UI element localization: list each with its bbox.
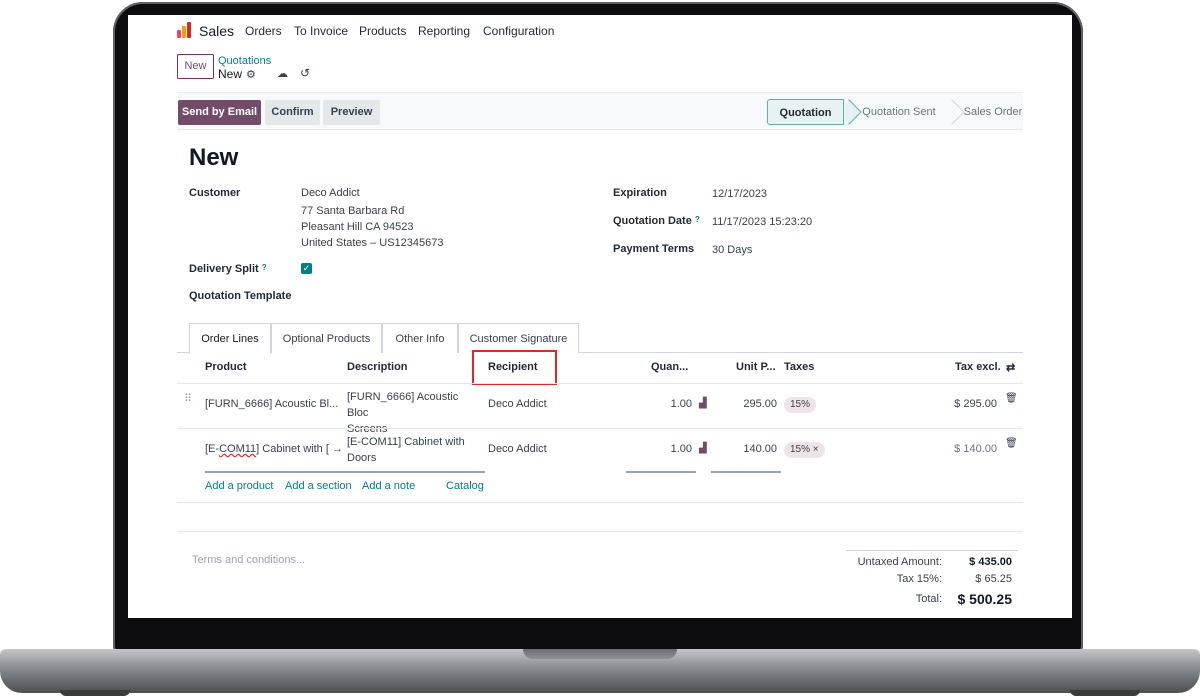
tab-customer-signature[interactable]: Customer Signature [458, 323, 579, 353]
tab-other-info[interactable]: Other Info [382, 323, 458, 353]
payment-terms-value[interactable]: 30 Days [712, 244, 752, 256]
recipient-highlight-box [472, 350, 557, 385]
row-product[interactable]: [E-COM11] Cabinet with [ → [205, 443, 343, 455]
quantity-field-underline [626, 471, 696, 473]
forecast-chart-icon[interactable]: ▟ [699, 443, 707, 454]
arrow-right-icon[interactable]: → [332, 443, 343, 455]
add-section-link[interactable]: Add a section [285, 480, 352, 492]
payment-terms-label: Payment Terms [613, 243, 695, 255]
col-product[interactable]: Product [205, 361, 247, 373]
expiration-label: Expiration [613, 187, 667, 199]
stage-quotation[interactable]: Quotation [767, 99, 844, 125]
col-quantity[interactable]: Quan... [651, 361, 688, 373]
row-description[interactable]: [E-COM11] Cabinet with Doors [347, 434, 482, 466]
drag-handle-icon[interactable]: ⠿ [184, 392, 192, 405]
total-value: $ 500.25 [957, 591, 1013, 607]
sales-app-icon[interactable] [177, 22, 193, 38]
record-title: New [189, 144, 239, 171]
forecast-chart-icon[interactable]: ▟ [699, 398, 707, 409]
confirm-button[interactable]: Confirm [265, 100, 320, 125]
table-row[interactable]: [E-COM11] Cabinet with [ → [E-COM11] Cab… [177, 429, 1023, 473]
tax-label: Tax 15%: [896, 573, 942, 585]
top-nav: Sales Orders To Invoice Products Reporti… [128, 15, 1072, 48]
row-subtotal: $ 140.00 [954, 443, 997, 455]
customer-street: 77 Santa Barbara Rd [301, 205, 405, 217]
row-quantity[interactable]: 1.00 [647, 443, 692, 455]
nav-item-to-invoice[interactable]: To Invoice [294, 24, 348, 38]
totals-divider [846, 550, 1018, 551]
trash-icon[interactable]: 🗑 [1005, 393, 1018, 404]
col-tax-excl[interactable]: Tax excl. [955, 361, 1001, 373]
screen: Sales Orders To Invoice Products Reporti… [128, 15, 1072, 618]
nav-item-reporting[interactable]: Reporting [418, 24, 470, 38]
customer-name[interactable]: Deco Addict [301, 187, 360, 199]
new-button[interactable]: New [177, 54, 214, 79]
delivery-split-label: Delivery Split ? [189, 263, 267, 275]
customer-label: Customer [189, 187, 241, 199]
col-unit-price[interactable]: Unit P... [736, 361, 776, 373]
row-quantity[interactable]: 1.00 [647, 398, 692, 410]
total-label: Total: [915, 593, 942, 605]
optional-columns-icon[interactable]: ⇄ [1006, 361, 1015, 374]
catalog-link[interactable]: Catalog [446, 480, 484, 492]
discard-icon[interactable]: ↺ [300, 66, 310, 80]
tab-order-lines[interactable]: Order Lines [189, 323, 271, 354]
row-recipient[interactable]: Deco Addict [488, 398, 547, 410]
help-icon[interactable]: ? [695, 215, 700, 224]
customer-city: Pleasant Hill CA 94523 [301, 221, 414, 233]
price-field-underline [711, 471, 781, 473]
laptop-foot-left [60, 690, 130, 696]
tab-optional-products[interactable]: Optional Products [271, 323, 382, 353]
nav-brand[interactable]: Sales [199, 23, 234, 39]
delivery-split-checkbox[interactable]: ✓ [301, 263, 312, 274]
terms-input[interactable]: Terms and conditions... [192, 554, 305, 566]
quotation-date-value[interactable]: 11/17/2023 15:23:20 [712, 216, 812, 228]
expiration-value[interactable]: 12/17/2023 [712, 188, 767, 200]
col-taxes[interactable]: Taxes [784, 361, 814, 373]
help-icon[interactable]: ? [262, 263, 267, 272]
breadcrumb-current: New [218, 67, 243, 81]
row-tax-badge[interactable]: 15% × [784, 442, 825, 458]
customer-country-vat: United States – US12345673 [301, 237, 444, 249]
row-recipient[interactable]: Deco Addict [488, 443, 547, 455]
section-divider [177, 531, 1023, 532]
laptop-foot-right [1070, 690, 1140, 696]
product-field-underline [205, 471, 485, 473]
save-cloud-icon[interactable]: ☁ [277, 67, 288, 80]
untaxed-label: Untaxed Amount: [857, 556, 942, 568]
stage-sales-order[interactable]: Sales Order [958, 99, 1028, 125]
row-unit-price[interactable]: 140.00 [732, 443, 777, 455]
add-note-link[interactable]: Add a note [362, 480, 415, 492]
nav-item-configuration[interactable]: Configuration [483, 24, 554, 38]
send-by-email-button[interactable]: Send by Email [178, 100, 261, 125]
preview-button[interactable]: Preview [323, 100, 380, 125]
col-description[interactable]: Description [347, 361, 408, 373]
table-bottom-divider [177, 502, 1023, 503]
nav-item-products[interactable]: Products [359, 24, 406, 38]
laptop-notch [523, 649, 677, 659]
gear-icon[interactable]: ⚙ [246, 68, 256, 81]
untaxed-value: $ 435.00 [969, 556, 1012, 568]
row-tax-badge[interactable]: 15% [784, 397, 817, 413]
nav-item-orders[interactable]: Orders [245, 24, 282, 38]
row-product[interactable]: [FURN_6666] Acoustic Bl... [205, 398, 338, 410]
table-row[interactable]: ⠿ [FURN_6666] Acoustic Bl... [FURN_6666]… [177, 384, 1023, 435]
trash-icon[interactable]: 🗑 [1005, 438, 1018, 449]
quotation-template-label: Quotation Template [189, 290, 292, 302]
row-unit-price[interactable]: 295.00 [732, 398, 777, 410]
row-subtotal: $ 295.00 [954, 398, 997, 410]
tax-value: $ 65.25 [975, 573, 1012, 585]
quotation-date-label: Quotation Date ? [613, 215, 700, 227]
breadcrumb-quotations[interactable]: Quotations [218, 55, 271, 67]
add-product-link[interactable]: Add a product [205, 480, 274, 492]
stage-quotation-sent[interactable]: Quotation Sent [854, 99, 944, 125]
